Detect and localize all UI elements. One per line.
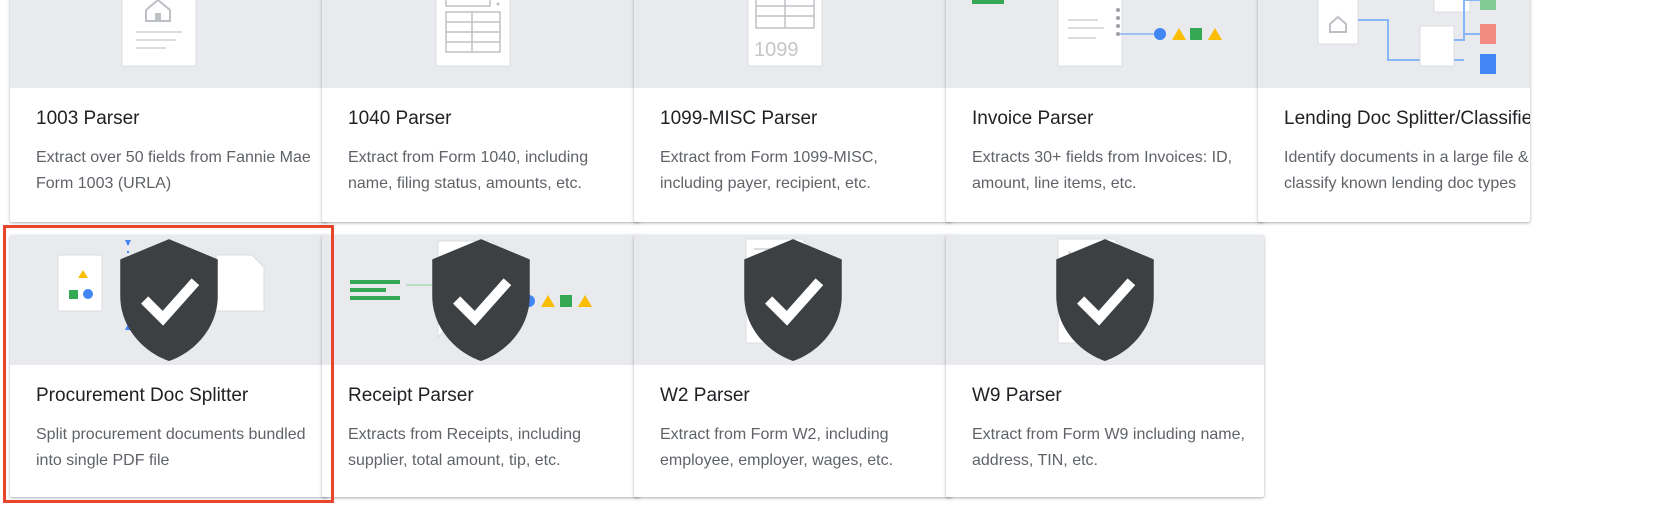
- card-thumbnail: [946, 0, 1264, 88]
- card-thumbnail: W9: [946, 235, 1264, 365]
- card-thumbnail: 1099: [634, 0, 952, 88]
- card-description: Extract from Form 1099-MISC, including p…: [660, 149, 878, 192]
- verified-shield-icon: [1056, 239, 1154, 361]
- card-thumbnail: [10, 0, 328, 88]
- verified-shield-icon: [432, 239, 530, 361]
- card-title: 1099-MISC Parser: [660, 108, 818, 129]
- card-description: Extract over 50 fields from Fannie Mae F…: [36, 149, 311, 192]
- processor-card-1040-parser[interactable]: 1040 Parser Extract from Form 1040, incl…: [322, 0, 640, 222]
- card-title: Receipt Parser: [348, 385, 474, 406]
- card-description: Split procurement documents bundled into…: [36, 426, 306, 469]
- invoice-extraction-icon: [972, 0, 1222, 67]
- house-document-icon: [121, 0, 197, 67]
- processor-card-lending-doc-splitter-classifier[interactable]: Lending Doc Splitter/Classifier Identify…: [1258, 0, 1530, 222]
- card-title: Procurement Doc Splitter: [36, 385, 249, 406]
- card-thumbnail: W2: [634, 235, 952, 365]
- processor-card-1099-misc-parser[interactable]: 1099 1099-MISC Parser Extract from Form …: [634, 0, 952, 222]
- card-description: Extract from Form W9 including name, add…: [972, 426, 1245, 469]
- form-table-document-icon: [435, 0, 511, 67]
- card-thumbnail: [10, 235, 328, 365]
- card-description: Extract from Form W2, including employee…: [660, 426, 894, 469]
- card-title: W2 Parser: [660, 385, 750, 406]
- card-description: Extracts 30+ fields from Invoices: ID, a…: [972, 149, 1233, 192]
- form-1099-document-icon: 1099: [747, 0, 823, 67]
- processor-card-invoice-parser[interactable]: Invoice Parser Extracts 30+ fields from …: [946, 0, 1264, 222]
- thumb-form-label: 1099: [754, 39, 799, 61]
- processor-gallery: 1003 Parser Extract over 50 fields from …: [0, 0, 1661, 507]
- card-thumbnail: [322, 0, 640, 88]
- card-title: W9 Parser: [972, 385, 1062, 406]
- card-title: Lending Doc Splitter/Classifier: [1284, 108, 1530, 129]
- card-description: Extract from Form 1040, including name, …: [348, 149, 589, 192]
- card-title: Invoice Parser: [972, 108, 1094, 129]
- card-description: Identify documents in a large file & cla…: [1284, 149, 1529, 192]
- processor-card-1003-parser[interactable]: 1003 Parser Extract over 50 fields from …: [10, 0, 328, 222]
- card-title: 1003 Parser: [36, 108, 140, 129]
- processor-card-receipt-parser[interactable]: $ Receipt Parser Extracts from Receipts,…: [322, 235, 640, 497]
- card-title: 1040 Parser: [348, 108, 452, 129]
- processor-card-w2-parser[interactable]: W2 W2 Parser Extract from Form W2, inclu…: [634, 235, 952, 497]
- lending-split-classify-icon: [1317, 0, 1496, 74]
- processor-card-w9-parser[interactable]: W9 W9 Parser Extract from Form W9 includ…: [946, 235, 1264, 497]
- card-thumbnail: $: [322, 235, 640, 365]
- verified-shield-icon: [120, 239, 218, 361]
- processor-card-procurement-doc-splitter[interactable]: Procurement Doc Splitter Split procureme…: [10, 235, 328, 497]
- card-description: Extracts from Receipts, including suppli…: [348, 426, 581, 469]
- verified-shield-icon: [744, 239, 842, 361]
- card-thumbnail: [1258, 0, 1530, 88]
